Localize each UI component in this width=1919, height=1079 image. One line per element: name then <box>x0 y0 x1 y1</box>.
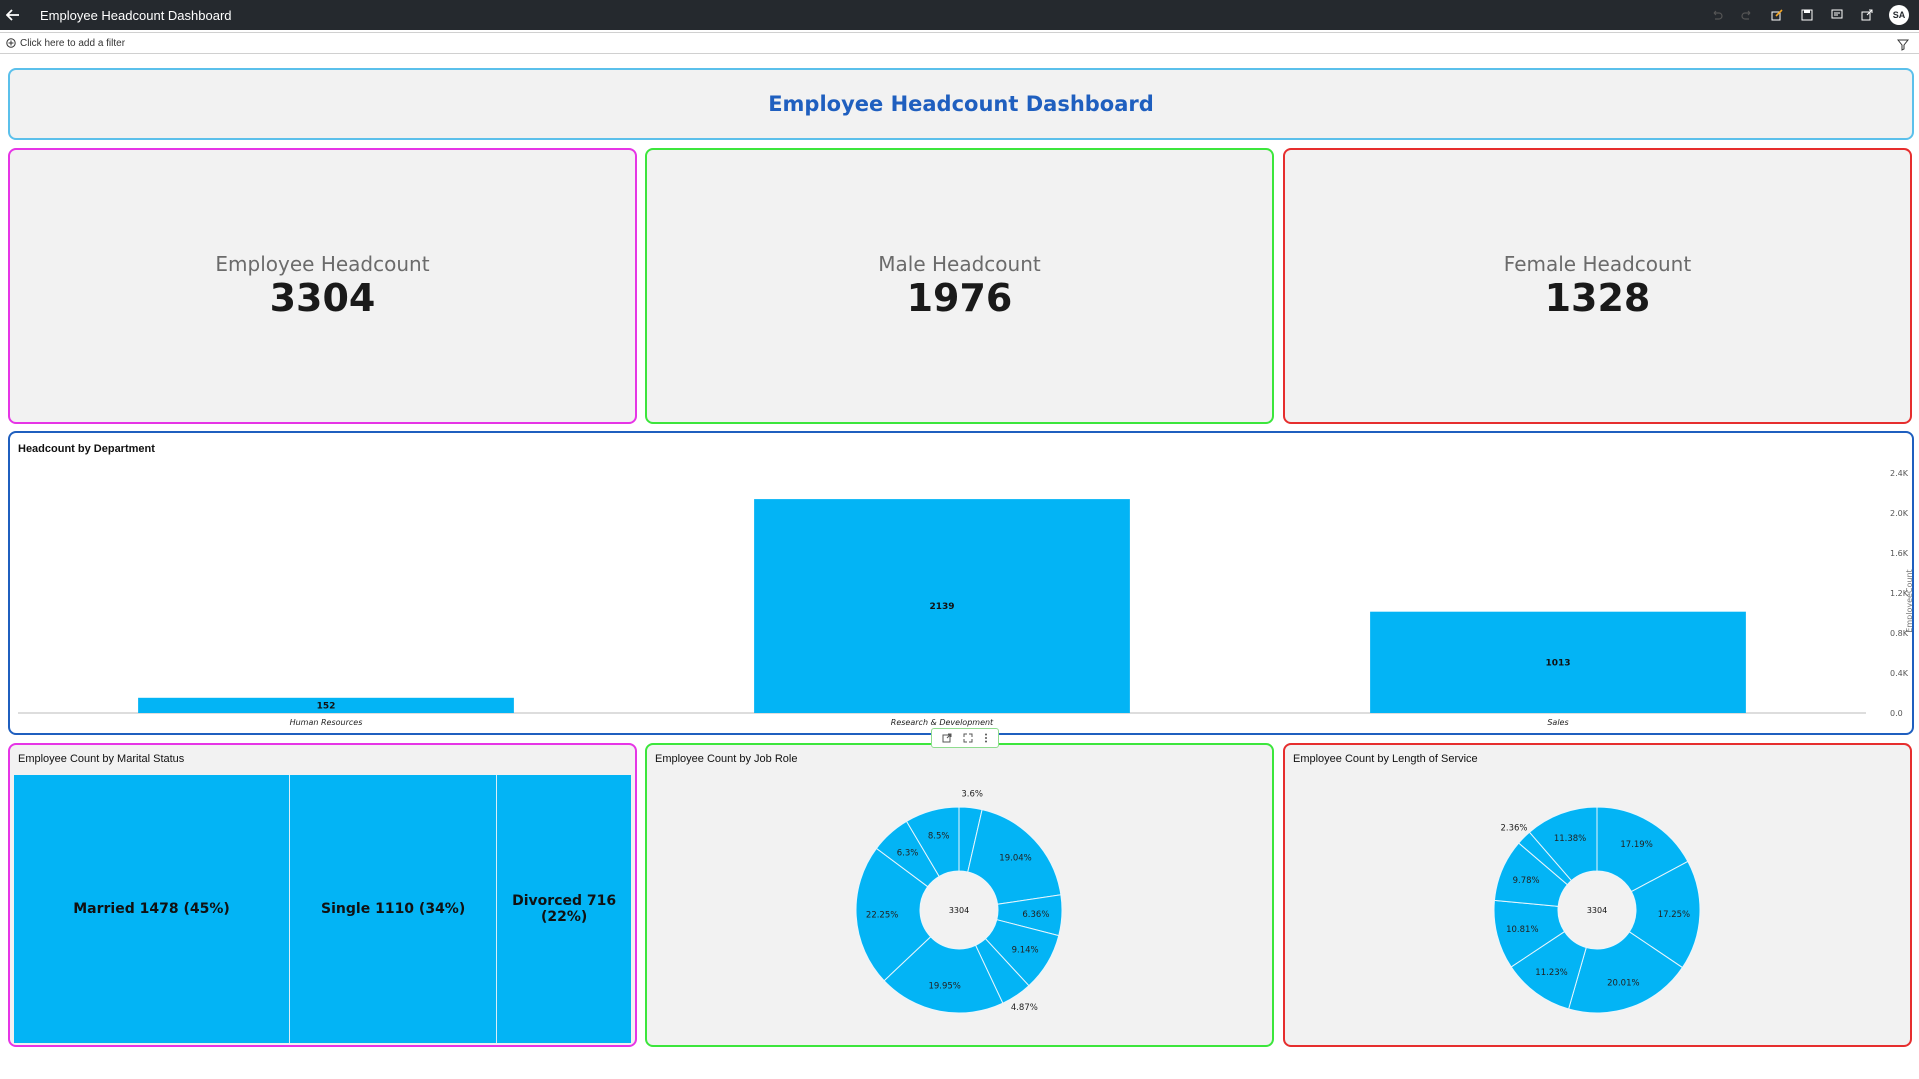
kpi-card-employee-headcount[interactable]: Employee Headcount 3304 <box>8 148 637 424</box>
slice-label: 20.01% <box>1607 978 1639 988</box>
job-role-card[interactable]: Employee Count by Job Role 3.6% 19.04% 6.3… <box>645 743 1274 1047</box>
y-axis-label: EmployeeCount <box>1905 569 1912 632</box>
save-icon[interactable] <box>1799 7 1815 23</box>
x-tick-label: Sales <box>1547 718 1568 727</box>
treemap-cell[interactable]: Single 1110 (34%) <box>290 775 498 1043</box>
slice-label: 17.25% <box>1658 910 1690 920</box>
y-tick-label: 0.4K <box>1890 669 1909 678</box>
kpi-value: 3304 <box>269 276 376 320</box>
y-tick-label: 0.0 <box>1890 709 1903 718</box>
filter-bar: Click here to add a filter <box>0 32 1919 54</box>
donut-chart-length-of-service: 17.19% 17.25% 20.01% 11.23% 10.81% 9.78% 2.36%… <box>1493 806 1701 1014</box>
slice-label: 6.3% <box>897 849 919 859</box>
edit-icon[interactable] <box>1769 7 1785 23</box>
slice-label: 22.25% <box>866 910 898 920</box>
bar-data-label: 2139 <box>929 602 954 612</box>
app-top-bar: Employee Headcount Dashboard SA <box>0 0 1919 30</box>
slice-label: 19.95% <box>928 982 960 992</box>
marital-status-card[interactable]: Employee Count by Marital Status Married… <box>8 743 637 1047</box>
slice-label: 8.5% <box>928 832 950 842</box>
undo-icon[interactable] <box>1709 7 1725 23</box>
add-filter-label: Click here to add a filter <box>20 37 126 49</box>
redo-icon[interactable] <box>1739 7 1755 23</box>
slice-label: 2.36% <box>1500 824 1527 834</box>
slice-label: 9.78% <box>1513 876 1540 886</box>
dashboard-title: Employee Headcount Dashboard <box>768 92 1154 116</box>
slice-label: 4.87% <box>1011 1003 1038 1013</box>
bar-data-label: 1013 <box>1545 658 1570 668</box>
user-avatar[interactable]: SA <box>1889 5 1909 25</box>
donut-center-label: 3304 <box>1587 906 1607 915</box>
slice-label: 10.81% <box>1506 925 1538 935</box>
chart-title: Employee Count by Marital Status <box>18 753 185 765</box>
add-filter-button[interactable]: Click here to add a filter <box>6 38 125 49</box>
toolbar-actions: SA <box>1709 0 1909 30</box>
more-options-icon[interactable] <box>984 733 988 743</box>
kpi-card-male-headcount[interactable]: Male Headcount 1976 <box>645 148 1274 424</box>
kpi-card-female-headcount[interactable]: Female Headcount 1328 <box>1283 148 1912 424</box>
kpi-label: Employee Headcount <box>215 252 430 276</box>
treemap-cell[interactable]: Married 1478 (45%) <box>14 775 290 1043</box>
add-circle-icon <box>6 38 16 48</box>
dashboard-title-card: Employee Headcount Dashboard <box>8 68 1914 140</box>
length-of-service-card[interactable]: Employee Count by Length of Service 17.1… <box>1283 743 1912 1047</box>
treemap-cell[interactable]: Divorced 716 (22%) <box>497 775 631 1043</box>
slice-label: 19.04% <box>999 854 1031 864</box>
y-tick-label: 2.0K <box>1890 509 1909 518</box>
treemap-chart: Married 1478 (45%) Single 1110 (34%) Divor… <box>14 775 631 1043</box>
y-tick-label: 2.4K <box>1890 469 1909 478</box>
visual-hover-toolbar <box>931 728 999 748</box>
slice-label: 9.14% <box>1012 945 1039 955</box>
slice-label: 3.6% <box>961 790 983 800</box>
x-tick-label: Research & Development <box>891 718 994 727</box>
bar-data-label: 152 <box>317 701 336 711</box>
kpi-value: 1328 <box>1544 276 1651 320</box>
filter-funnel-icon[interactable] <box>1896 36 1910 55</box>
share-icon[interactable] <box>1859 7 1875 23</box>
kpi-label: Male Headcount <box>878 252 1041 276</box>
donut-center-label: 3304 <box>949 906 969 915</box>
comment-icon[interactable] <box>1829 7 1845 23</box>
department-chart-card[interactable]: Headcount by Department 0.0 0.4K 0.8K 1.2K 1… <box>8 431 1914 735</box>
y-tick-label: 1.6K <box>1890 549 1909 558</box>
slice-label: 17.19% <box>1620 840 1652 850</box>
open-external-icon[interactable] <box>942 733 952 743</box>
kpi-value: 1976 <box>906 276 1013 320</box>
slice-label: 11.38% <box>1554 834 1586 844</box>
app-title: Employee Headcount Dashboard <box>40 7 232 23</box>
bar-chart: 0.00.4K0.8K1.2K1.6K2.0K2.4KEmployeeCount… <box>18 469 1912 727</box>
slice-label: 11.23% <box>1535 968 1567 978</box>
back-arrow-icon <box>6 9 19 21</box>
slice-label: 6.36% <box>1022 910 1049 920</box>
donut-chart-job-role: 3.6% 19.04% 6.36% 9.14% 4.87% 19.95% 22.25% 6.3… <box>855 790 1063 1014</box>
back-button[interactable] <box>0 0 26 30</box>
kpi-label: Female Headcount <box>1503 252 1692 276</box>
x-tick-label: Human Resources <box>290 718 363 727</box>
fullscreen-icon[interactable] <box>963 733 973 743</box>
